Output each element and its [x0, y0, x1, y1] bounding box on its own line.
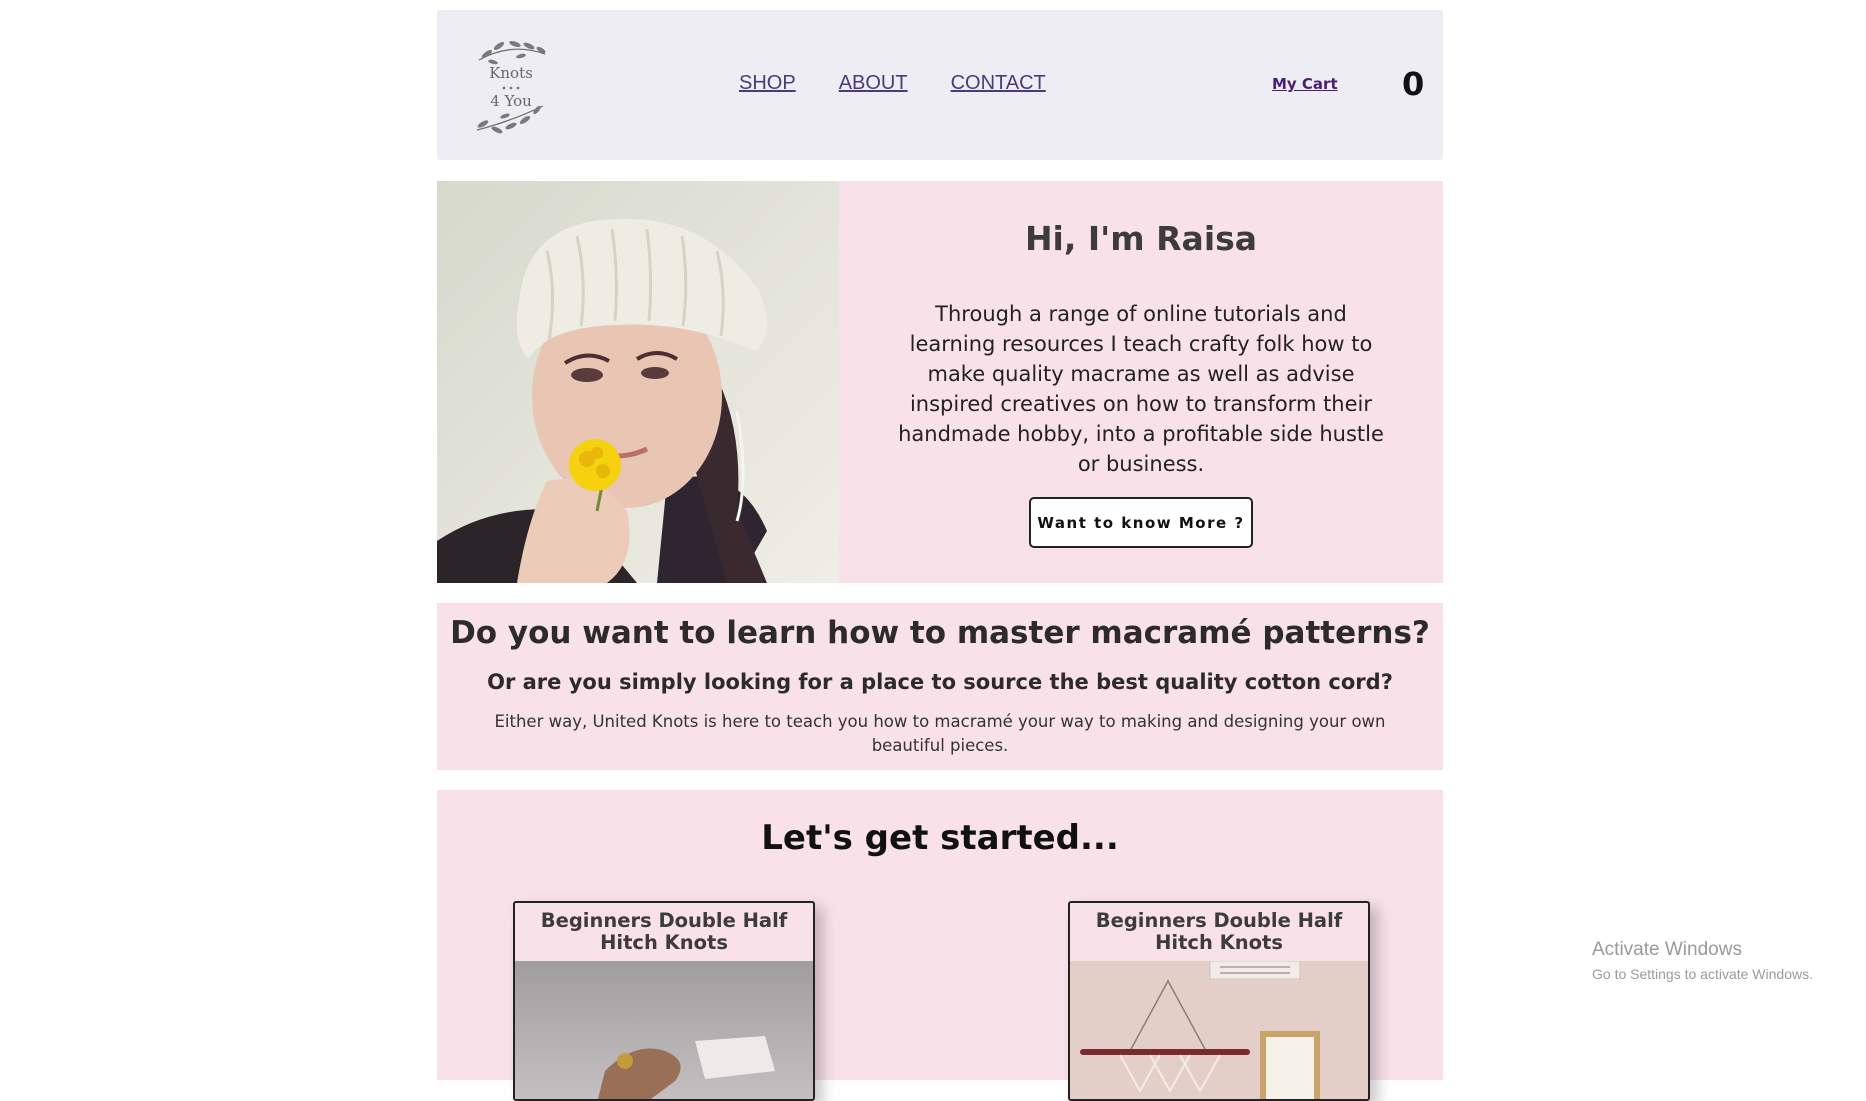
- tutorial-card[interactable]: Beginners Double Half Hitch Knots: [1068, 901, 1370, 1101]
- tutorial-card[interactable]: Beginners Double Half Hitch Knots: [513, 901, 815, 1101]
- tutorial-card-image: [515, 961, 813, 1099]
- activate-windows-watermark: Activate Windows Go to Settings to activ…: [1592, 939, 1813, 982]
- main-nav: SHOP ABOUT CONTACT: [739, 72, 1046, 95]
- intro-section: Do you want to learn how to master macra…: [437, 603, 1443, 770]
- nav-link-about[interactable]: ABOUT: [839, 72, 908, 95]
- nav-link-shop[interactable]: SHOP: [739, 72, 796, 95]
- want-to-know-more-button[interactable]: Want to know More ?: [1029, 497, 1253, 548]
- logo[interactable]: Knots 4 You: [471, 34, 551, 138]
- my-cart-link[interactable]: My Cart: [1272, 75, 1338, 93]
- logo-text-line1: Knots: [489, 64, 533, 82]
- get-started-heading: Let's get started...: [761, 818, 1119, 858]
- tutorial-card-image: [1070, 961, 1368, 1099]
- nav-link-contact[interactable]: CONTACT: [951, 72, 1046, 95]
- get-started-section: Let's get started... Beginners Double Ha…: [437, 790, 1443, 1101]
- tutorial-card-title: Beginners Double Half Hitch Knots: [540, 909, 788, 954]
- tutorial-card-title: Beginners Double Half Hitch Knots: [1095, 909, 1343, 954]
- laurel-icon: [476, 40, 546, 134]
- hero-section: Hi, I'm Raisa Through a range of online …: [437, 181, 1443, 583]
- hero-title: Hi, I'm Raisa: [1024, 219, 1258, 258]
- logo-text-line2: 4 You: [490, 92, 532, 110]
- cart-count[interactable]: 0: [1402, 65, 1424, 103]
- intro-heading: Do you want to learn how to master macra…: [450, 615, 1430, 651]
- intro-subheading: Or are you simply looking for a place to…: [487, 670, 1393, 694]
- site-header: Knots 4 You SHOP ABOUT CONTACT My Cart 0: [437, 10, 1443, 160]
- hero-photo: [437, 181, 839, 583]
- hero-content: Hi, I'm Raisa Through a range of online …: [839, 181, 1443, 583]
- activate-windows-subtitle: Go to Settings to activate Windows.: [1592, 966, 1813, 982]
- activate-windows-title: Activate Windows: [1592, 939, 1742, 960]
- intro-text: Either way, United Knots is here to teac…: [494, 712, 1386, 755]
- hero-description: Through a range of online tutorials and …: [898, 302, 1384, 476]
